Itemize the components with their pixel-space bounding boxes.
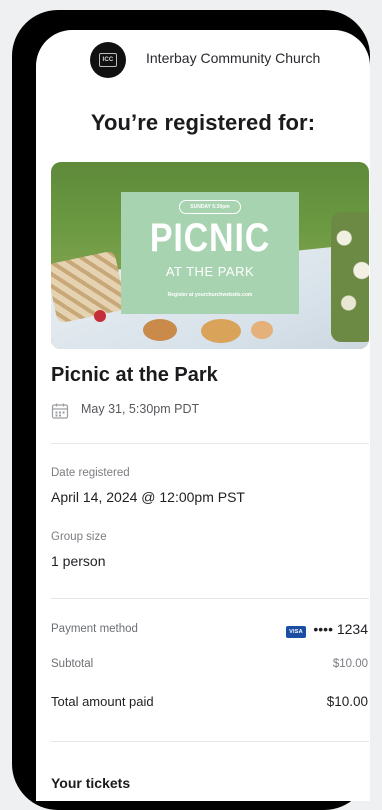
- banner-food: [143, 319, 177, 341]
- banner-card: SUNDAY 5:30pm PICNIC AT THE PARK Registe…: [121, 192, 299, 314]
- church-name: Interbay Community Church: [146, 50, 321, 66]
- banner-title: PICNIC: [149, 216, 271, 260]
- card-number: •••• 1234: [313, 621, 368, 637]
- group-size-label: Group size: [51, 531, 107, 543]
- divider: [51, 598, 369, 599]
- total-label: Total amount paid: [51, 694, 154, 709]
- phone-frame: ICC Interbay Community Church You’re reg…: [12, 10, 370, 810]
- event-title: Picnic at the Park: [51, 364, 218, 386]
- visa-card-icon: VISA: [286, 626, 306, 638]
- divider: [51, 741, 369, 742]
- event-date: May 31, 5:30pm PDT: [81, 402, 200, 416]
- date-registered-value: April 14, 2024 @ 12:00pm PST: [51, 489, 245, 505]
- payment-method-label: Payment method: [51, 623, 138, 635]
- page-title: You’re registered for:: [90, 110, 316, 135]
- banner-food: [201, 319, 241, 343]
- date-registered-label: Date registered: [51, 467, 130, 479]
- event-banner-image: SUNDAY 5:30pm PICNIC AT THE PARK Registe…: [51, 162, 369, 349]
- subtotal-label: Subtotal: [51, 658, 94, 670]
- banner-food: [251, 321, 273, 339]
- banner-berry: [94, 310, 106, 322]
- banner-badge: SUNDAY 5:30pm: [179, 200, 241, 214]
- your-tickets-heading: Your tickets: [51, 775, 131, 791]
- header: ICC Interbay Community Church: [36, 30, 370, 90]
- banner-register-line: Register at yourchurchwebsite.com: [167, 292, 253, 298]
- banner-subtitle: AT THE PARK: [165, 264, 255, 279]
- total-value: $10.00: [326, 694, 368, 709]
- calendar-icon: [51, 402, 69, 425]
- church-logo: ICC: [90, 42, 126, 78]
- screen: ICC Interbay Community Church You’re reg…: [36, 30, 370, 801]
- event-date-row: May 31, 5:30pm PDT: [51, 400, 351, 420]
- divider: [51, 443, 369, 444]
- church-logo-text: ICC: [99, 53, 117, 67]
- group-size-value: 1 person: [51, 553, 106, 569]
- banner-flowers: [331, 212, 369, 342]
- subtotal-value: $10.00: [332, 658, 368, 670]
